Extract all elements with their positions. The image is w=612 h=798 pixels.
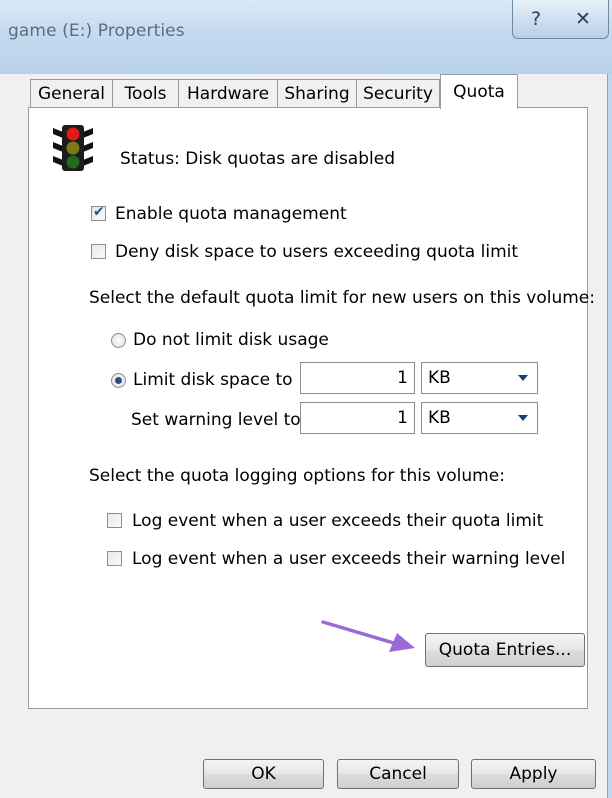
- limit-unit-dropdown[interactable]: KB: [421, 362, 538, 394]
- tab-security[interactable]: Security: [356, 79, 440, 108]
- warning-unit-value: KB: [428, 408, 451, 428]
- limit-space-radio[interactable]: [111, 373, 126, 388]
- tab-label: Quota: [453, 82, 505, 102]
- chevron-down-icon: [518, 375, 528, 381]
- quota-entries-label: Quota Entries...: [438, 640, 572, 660]
- window-title: game (E:) Properties: [8, 21, 185, 41]
- cancel-label: Cancel: [369, 764, 427, 784]
- log-limit-label: Log event when a user exceeds their quot…: [132, 511, 544, 531]
- tab-general[interactable]: General: [30, 79, 113, 108]
- no-limit-label: Do not limit disk usage: [133, 330, 329, 350]
- ok-button[interactable]: OK: [203, 759, 324, 789]
- log-warning-label: Log event when a user exceeds their warn…: [132, 549, 566, 569]
- limit-value: 1: [397, 368, 408, 388]
- no-limit-radio[interactable]: [111, 333, 126, 348]
- tab-label: Sharing: [284, 84, 350, 104]
- tab-label: Tools: [124, 84, 167, 104]
- properties-window: game (E:) Properties ? ✕ General Tools H…: [0, 0, 612, 798]
- help-button[interactable]: ?: [512, 0, 560, 39]
- traffic-light-icon: [53, 125, 93, 171]
- close-icon: ✕: [575, 8, 591, 30]
- dialog-body: General Tools Hardware Sharing Security …: [0, 74, 608, 798]
- chevron-down-icon: [518, 415, 528, 421]
- tab-quota[interactable]: Quota: [440, 74, 518, 109]
- deny-space-checkbox[interactable]: [91, 244, 106, 259]
- tab-sharing[interactable]: Sharing: [277, 79, 357, 108]
- tab-label: Hardware: [186, 84, 270, 104]
- help-icon: ?: [530, 8, 542, 30]
- close-button[interactable]: ✕: [558, 0, 609, 39]
- apply-label: Apply: [509, 764, 558, 784]
- deny-space-label: Deny disk space to users exceeding quota…: [115, 242, 519, 262]
- warning-unit-dropdown[interactable]: KB: [421, 402, 538, 434]
- log-limit-checkbox[interactable]: [107, 513, 122, 528]
- quota-status-text: Status: Disk quotas are disabled: [120, 149, 395, 169]
- tab-tools[interactable]: Tools: [112, 79, 179, 108]
- limit-value-input[interactable]: 1: [300, 362, 415, 394]
- enable-quota-label: Enable quota management: [115, 204, 347, 224]
- warning-value-input[interactable]: 1: [300, 402, 415, 434]
- tab-label: General: [38, 84, 105, 104]
- tab-label: Security: [363, 84, 433, 104]
- title-bar[interactable]: game (E:) Properties ? ✕: [0, 0, 612, 74]
- apply-button[interactable]: Apply: [471, 759, 596, 789]
- limit-space-label: Limit disk space to: [133, 370, 293, 390]
- ok-label: OK: [251, 764, 276, 784]
- log-warning-checkbox[interactable]: [107, 551, 122, 566]
- warning-value: 1: [397, 408, 408, 428]
- logging-heading: Select the quota logging options for thi…: [89, 466, 505, 486]
- cancel-button[interactable]: Cancel: [337, 759, 459, 789]
- quota-entries-button[interactable]: Quota Entries...: [425, 633, 585, 667]
- enable-quota-checkbox[interactable]: [91, 204, 106, 221]
- tab-hardware[interactable]: Hardware: [178, 79, 278, 108]
- limit-unit-value: KB: [428, 368, 451, 388]
- default-limit-heading: Select the default quota limit for new u…: [89, 288, 595, 308]
- quota-tab-panel: Status: Disk quotas are disabled Enable …: [28, 107, 595, 709]
- warning-level-label: Set warning level to: [131, 410, 301, 430]
- annotation-arrow-icon: [321, 620, 415, 652]
